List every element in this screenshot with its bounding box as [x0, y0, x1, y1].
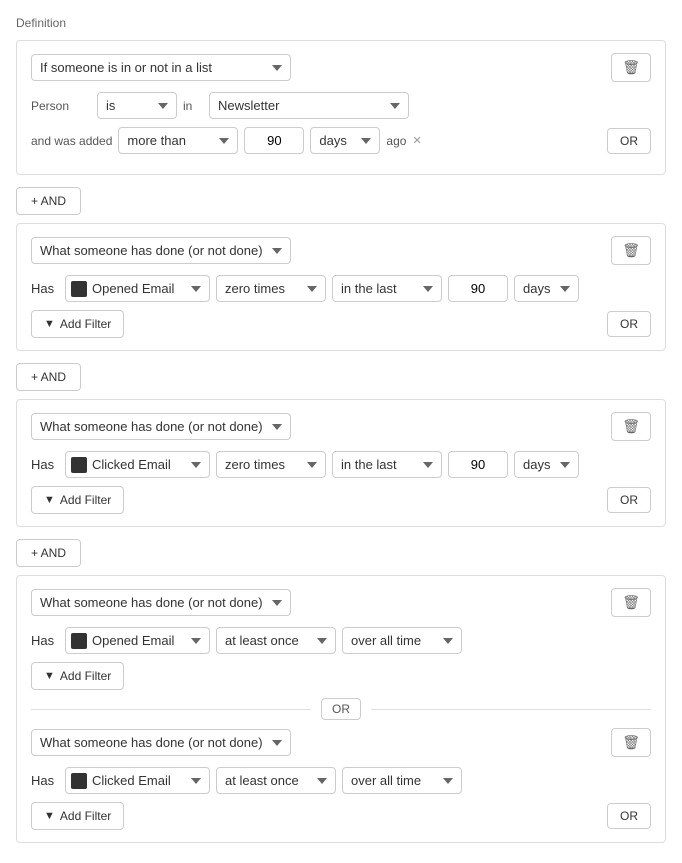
added-condition-select[interactable]: more than less than exactly [118, 127, 238, 154]
block-header-clicked-atleast-inner: What someone has done (or not done) 🗑 [31, 728, 651, 757]
ago-tag: ago ✕ [386, 134, 423, 148]
has-label-1: Has [31, 281, 59, 296]
clicked-atleast-frequency-select[interactable]: zero times at least once more than [216, 767, 336, 794]
filter-icon-4: ▼ [44, 810, 55, 822]
list-condition-dropdown[interactable]: If someone is in or not in a list [31, 54, 291, 81]
filter-icon-2: ▼ [44, 494, 55, 506]
opened-email-zero-block: What someone has done (or not done) 🗑 Ha… [16, 223, 666, 351]
clicked-zero-dropdown[interactable]: What someone has done (or not done) [31, 413, 291, 440]
filter-icon-1: ▼ [44, 318, 55, 330]
has-label-4: Has [31, 773, 59, 788]
clicked-zero-footer: ▼ Add Filter OR [31, 486, 651, 514]
list-or-button[interactable]: OR [607, 128, 651, 154]
clicked-zero-or-button[interactable]: OR [607, 487, 651, 513]
opened-atleast-add-filter-button[interactable]: ▼ Add Filter [31, 662, 124, 690]
in-label: in [183, 99, 203, 113]
opened-zero-event-wrapper: Opened Email Clicked Email [65, 275, 210, 302]
opened-zero-event-select[interactable]: Opened Email Clicked Email [65, 275, 210, 302]
and-was-added-label: and was added [31, 134, 112, 148]
or-divider-label: OR [321, 698, 361, 720]
and-button-2[interactable]: + AND [16, 363, 81, 391]
clicked-zero-event-select[interactable]: Opened Email Clicked Email [65, 451, 210, 478]
opened-zero-footer: ▼ Add Filter OR [31, 310, 651, 338]
newsletter-select[interactable]: Newsletter [209, 92, 409, 119]
opened-atleast-block: What someone has done (or not done) 🗑 Ha… [16, 575, 666, 843]
opened-zero-time-select[interactable]: in the last over all time [332, 275, 442, 302]
has-label-3: Has [31, 633, 59, 648]
delete-clicked-atleast-inner-button[interactable]: 🗑 [611, 728, 651, 757]
added-days-select[interactable]: days weeks months [310, 127, 380, 154]
opened-zero-number-input[interactable] [448, 275, 508, 302]
clicked-atleast-add-filter-button[interactable]: ▼ Add Filter [31, 802, 124, 830]
delete-opened-atleast-button[interactable]: 🗑 [611, 588, 651, 617]
delete-clicked-zero-button[interactable]: 🗑 [611, 412, 651, 441]
clicked-zero-frequency-select[interactable]: zero times at least once more than [216, 451, 326, 478]
opened-zero-dropdown[interactable]: What someone has done (or not done) [31, 237, 291, 264]
clicked-zero-number-input[interactable] [448, 451, 508, 478]
block-header-clicked-zero: What someone has done (or not done) 🗑 [31, 412, 651, 441]
person-label: Person [31, 99, 91, 113]
person-is-select[interactable]: is is not [97, 92, 177, 119]
list-condition-block: If someone is in or not in a list 🗑 Pers… [16, 40, 666, 175]
delete-opened-zero-button[interactable]: 🗑 [611, 236, 651, 265]
clicked-atleast-event-select[interactable]: Opened Email Clicked Email [65, 767, 210, 794]
opened-zero-has-row: Has Opened Email Clicked Email zero time… [31, 275, 651, 302]
clicked-zero-event-wrapper: Opened Email Clicked Email [65, 451, 210, 478]
block-header-opened-zero: What someone has done (or not done) 🗑 [31, 236, 651, 265]
clicked-email-zero-block: What someone has done (or not done) 🗑 Ha… [16, 399, 666, 527]
clicked-zero-time-select[interactable]: in the last over all time [332, 451, 442, 478]
or-divider-line-right [371, 709, 651, 710]
block-header-opened-atleast: What someone has done (or not done) 🗑 [31, 588, 651, 617]
ago-remove-button[interactable]: ✕ [410, 134, 423, 147]
person-row: Person is is not in Newsletter [31, 92, 651, 119]
clicked-zero-has-row: Has Opened Email Clicked Email zero time… [31, 451, 651, 478]
has-label-2: Has [31, 457, 59, 472]
or-divider: OR [31, 698, 651, 720]
and-button-3[interactable]: + AND [16, 539, 81, 567]
opened-atleast-frequency-select[interactable]: zero times at least once more than [216, 627, 336, 654]
opened-atleast-time-select[interactable]: in the last over all time [342, 627, 462, 654]
and-button-1[interactable]: + AND [16, 187, 81, 215]
clicked-zero-add-filter-button[interactable]: ▼ Add Filter [31, 486, 124, 514]
added-number-input[interactable] [244, 127, 304, 154]
clicked-atleast-inner-dropdown[interactable]: What someone has done (or not done) [31, 729, 291, 756]
delete-list-block-button[interactable]: 🗑 [611, 53, 651, 82]
opened-atleast-footer: ▼ Add Filter [31, 662, 651, 690]
clicked-atleast-footer: ▼ Add Filter OR [31, 802, 651, 830]
opened-atleast-event-wrapper: Opened Email Clicked Email [65, 627, 210, 654]
opened-zero-add-filter-button[interactable]: ▼ Add Filter [31, 310, 124, 338]
opened-zero-frequency-select[interactable]: zero times at least once more than [216, 275, 326, 302]
opened-atleast-dropdown[interactable]: What someone has done (or not done) [31, 589, 291, 616]
clicked-zero-days-select[interactable]: days weeks months [514, 451, 579, 478]
clicked-atleast-or-button[interactable]: OR [607, 803, 651, 829]
or-divider-line-left [31, 709, 311, 710]
filter-icon-3: ▼ [44, 670, 55, 682]
opened-zero-days-select[interactable]: days weeks months [514, 275, 579, 302]
added-row: and was added more than less than exactl… [31, 127, 651, 154]
definition-label: Definition [16, 16, 666, 30]
clicked-atleast-time-select[interactable]: in the last over all time [342, 767, 462, 794]
opened-atleast-has-row: Has Opened Email Clicked Email zero time… [31, 627, 651, 654]
block-header-list: If someone is in or not in a list 🗑 [31, 53, 651, 82]
clicked-atleast-has-row: Has Opened Email Clicked Email zero time… [31, 767, 651, 794]
clicked-atleast-event-wrapper: Opened Email Clicked Email [65, 767, 210, 794]
opened-atleast-event-select[interactable]: Opened Email Clicked Email [65, 627, 210, 654]
opened-zero-or-button[interactable]: OR [607, 311, 651, 337]
